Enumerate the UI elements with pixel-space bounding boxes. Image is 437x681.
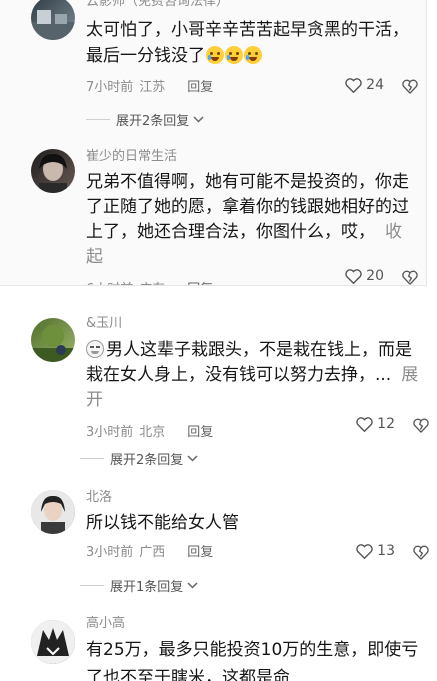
comment-text-body: 所以钱不能给女人管 — [86, 513, 239, 533]
comment-author[interactable]: &玉川 — [86, 316, 423, 332]
comment-time: 3小时前 — [86, 424, 134, 440]
comment-region: 北京 — [139, 424, 166, 440]
divider-line — [80, 458, 104, 459]
avatar[interactable] — [31, 149, 75, 193]
broken-heart-icon — [402, 79, 418, 94]
comment-region: 江苏 — [139, 79, 166, 95]
like-button[interactable]: 20 — [345, 268, 384, 284]
comment-region: 广西 — [139, 544, 166, 560]
comment-text-body: 兄弟不值得啊，她有可能不是投资的，你走了正随了她的愿，拿着你的钱跟她相好的过上了… — [86, 172, 409, 242]
heart-icon — [356, 416, 373, 432]
avatar-image-icon — [31, 10, 75, 40]
expand-replies-label: 展开2条回复 — [116, 114, 190, 129]
comment-text: 兄弟不值得啊，她有可能不是投资的，你走了正随了她的愿，拿着你的钱跟她相好的过上了… — [86, 170, 412, 270]
comment-author[interactable]: 北洛 — [86, 490, 423, 506]
dislike-button[interactable] — [402, 79, 418, 98]
avatar-portrait-icon — [39, 153, 67, 193]
heart-icon — [345, 268, 362, 284]
like-count: 13 — [377, 543, 395, 559]
comment-panel-top: 云影师（免费咨询法律） 太可怕了，小哥辛辛苦苦起早贪黑的干活，最后一分钱没了 7… — [0, 0, 427, 286]
smile-emoji-icon — [86, 340, 104, 358]
avatar[interactable] — [31, 0, 75, 40]
comment-time: 6小时前 — [86, 278, 133, 286]
broken-heart-icon — [413, 418, 429, 433]
avatar-landscape-icon — [31, 325, 75, 362]
comment-text: 太可怕了，小哥辛辛苦苦起早贪黑的干活，最后一分钱没了 — [86, 17, 412, 69]
dislike-button[interactable] — [402, 270, 418, 285]
comment-text-body: 有25万，最多只能投资10万的生意，即使亏了也不至于瞎米，这都是命 — [86, 640, 419, 681]
comment-author[interactable]: 云影师（免费咨询法律） — [86, 0, 412, 10]
comment-time: 3小时前 — [86, 544, 134, 560]
comment-text: 所以钱不能给女人管 — [86, 510, 423, 536]
chevron-down-icon — [193, 116, 204, 123]
comment-text: 有25万，最多只能投资10万的生意，即使亏了也不至于瞎米，这都是命 — [86, 636, 423, 681]
like-button[interactable]: 24 — [345, 77, 384, 93]
avatar-wolf-icon — [31, 620, 75, 664]
avatar[interactable] — [31, 318, 75, 362]
divider-line — [80, 585, 104, 586]
heart-icon — [345, 77, 362, 93]
expand-replies-label: 展开2条回复 — [110, 453, 184, 468]
like-button[interactable]: 12 — [356, 416, 395, 432]
expand-replies-button[interactable]: 展开2条回复 — [80, 449, 198, 468]
comment-panel-bottom: &玉川 男人这辈子栽跟头，不是栽在钱上，而是栽在女人身上，没有钱可以努力去挣，.… — [0, 298, 437, 681]
comment-region: 广东 — [139, 278, 165, 286]
broken-heart-icon — [402, 270, 418, 285]
like-count: 12 — [377, 416, 395, 432]
comment-author[interactable]: 崔少的日常生活 — [86, 149, 412, 165]
crying-laughing-emoji-icon — [244, 46, 262, 64]
reply-button[interactable]: 回复 — [187, 421, 213, 440]
comment-time: 7小时前 — [86, 79, 134, 95]
avatar[interactable] — [31, 490, 75, 534]
dislike-button[interactable] — [413, 545, 429, 564]
like-count: 24 — [366, 77, 384, 93]
broken-heart-icon — [413, 545, 429, 560]
divider-line — [86, 119, 110, 120]
comment-author[interactable]: 高小高 — [86, 616, 423, 632]
expand-replies-button[interactable]: 展开2条回复 — [86, 110, 204, 129]
reply-button[interactable]: 回复 — [187, 76, 213, 95]
heart-icon — [356, 543, 373, 559]
like-button[interactable]: 13 — [356, 543, 395, 559]
like-count: 20 — [366, 268, 384, 284]
reply-button[interactable]: 回复 — [187, 278, 213, 286]
dislike-button[interactable] — [413, 418, 429, 437]
expand-replies-button[interactable]: 展开1条回复 — [80, 576, 198, 595]
chevron-down-icon — [187, 455, 198, 462]
crying-laughing-emoji-icon — [206, 46, 224, 64]
avatar[interactable] — [31, 620, 75, 664]
reply-button[interactable]: 回复 — [187, 541, 213, 560]
comment-text: 男人这辈子栽跟头，不是栽在钱上，而是栽在女人身上，没有钱可以努力去挣，... 展开 — [86, 338, 423, 413]
avatar-portrait-icon — [31, 490, 75, 534]
chevron-down-icon — [187, 582, 198, 589]
crying-laughing-emoji-icon — [225, 46, 243, 64]
expand-replies-label: 展开1条回复 — [110, 580, 184, 595]
comment-text-body: 男人这辈子栽跟头，不是栽在钱上，而是栽在女人身上，没有钱可以努力去挣，... — [86, 340, 412, 385]
